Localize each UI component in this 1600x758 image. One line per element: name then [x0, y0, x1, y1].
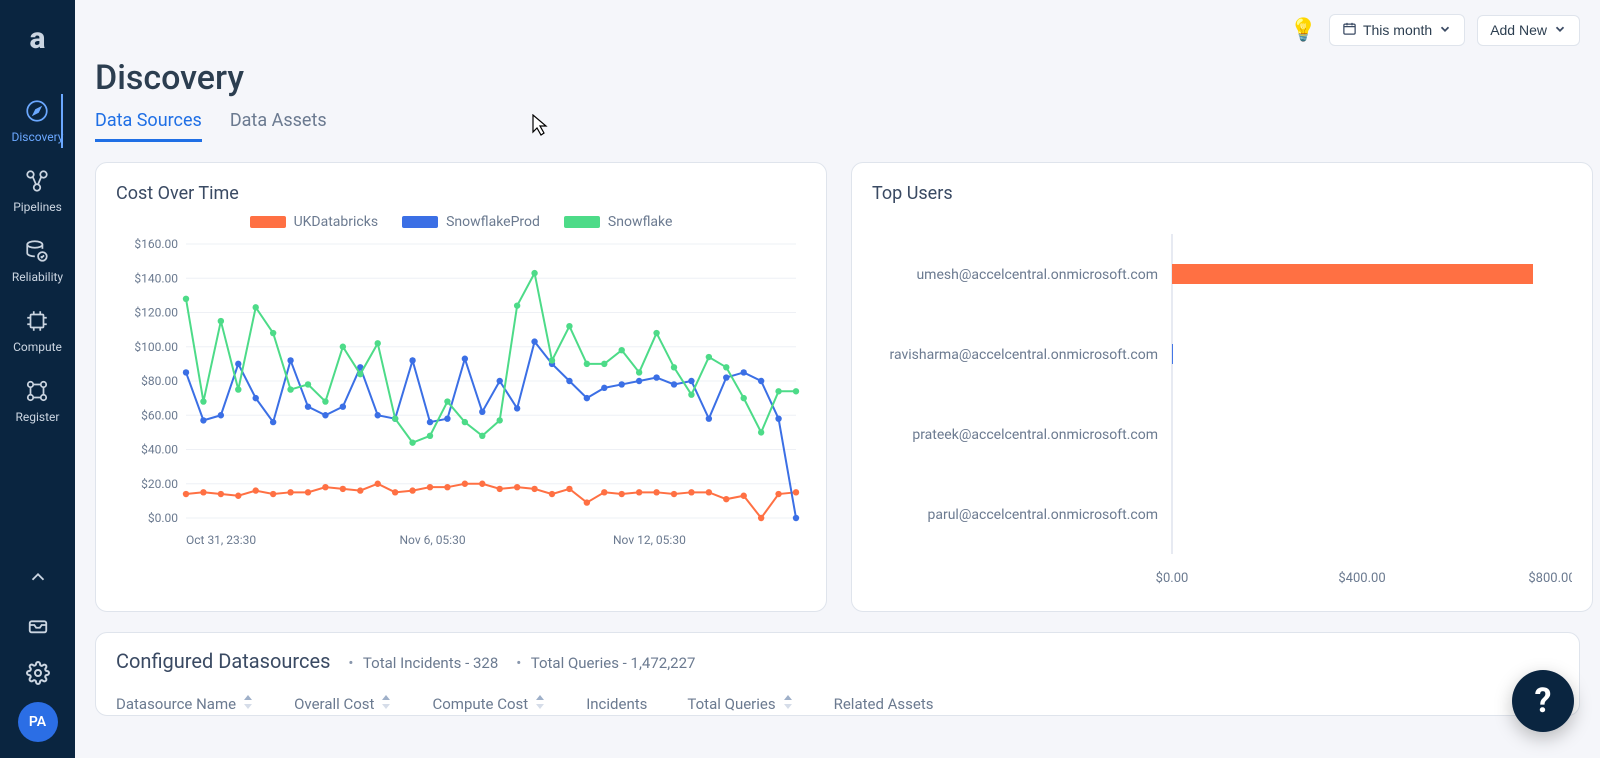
card-cost-over-time: Cost Over Time UKDatabricks SnowflakeProd… [95, 162, 827, 612]
column-header-incidents: Incidents [586, 695, 647, 713]
help-button[interactable]: ? [1512, 670, 1574, 732]
svg-text:$40.00: $40.00 [141, 443, 178, 457]
svg-text:$20.00: $20.00 [141, 477, 178, 491]
legend-item[interactable]: SnowflakeProd [402, 214, 540, 230]
sidebar-item-label: Pipelines [13, 200, 62, 214]
card-title: Top Users [872, 183, 1572, 204]
sidebar-item-label: Reliability [12, 270, 63, 284]
inbox-icon[interactable] [25, 612, 51, 638]
svg-text:$80.00: $80.00 [141, 374, 178, 388]
sidebar: a Discovery Pipelines Reliability Compute Re… [0, 0, 75, 758]
page-title: Discovery [95, 58, 1580, 98]
svg-text:$0.00: $0.00 [148, 511, 178, 525]
sort-icon [534, 695, 546, 713]
column-header-related-assets: Related Assets [834, 695, 934, 713]
chart-legend: UKDatabricks SnowflakeProd Snowflake [116, 214, 806, 230]
svg-text:$60.00: $60.00 [141, 408, 178, 422]
svg-text:parul@accelcentral.onmicrosoft: parul@accelcentral.onmicrosoft.com [927, 507, 1158, 523]
pipeline-icon [24, 168, 50, 194]
svg-text:ravisharma@accelcentral.onmicr: ravisharma@accelcentral.onmicrosoft.com [889, 347, 1158, 363]
sidebar-item-label: Discovery [12, 130, 64, 144]
add-new-label: Add New [1490, 22, 1547, 38]
total-incidents: • Total Incidents - 328 [348, 654, 498, 672]
svg-text:Nov 12, 05:30: Nov 12, 05:30 [613, 533, 686, 547]
sidebar-item-compute[interactable]: Compute [12, 296, 64, 366]
date-range-label: This month [1363, 22, 1432, 38]
cost-line-chart[interactable]: $0.00 $20.00 $40.00 $60.00 $80.00 $100.00 $120… [116, 238, 806, 558]
table-header-row: Datasource Name Overall Cost Compute Cost I… [116, 695, 1559, 715]
svg-text:umesh@accelcentral.onmicrosoft: umesh@accelcentral.onmicrosoft.com [916, 267, 1158, 283]
chip-icon [24, 308, 50, 334]
svg-text:$0.00: $0.00 [1156, 571, 1189, 586]
legend-item[interactable]: Snowflake [564, 214, 673, 230]
svg-text:Oct 31, 23:30: Oct 31, 23:30 [186, 533, 256, 547]
svg-text:$160.00: $160.00 [134, 238, 178, 251]
sidebar-item-register[interactable]: Register [12, 366, 64, 436]
svg-text:$100.00: $100.00 [134, 340, 178, 354]
column-header-datasource-name[interactable]: Datasource Name [116, 695, 254, 713]
sidebar-item-pipelines[interactable]: Pipelines [12, 156, 64, 226]
column-header-compute-cost[interactable]: Compute Cost [432, 695, 546, 713]
tab-data-sources[interactable]: Data Sources [95, 110, 202, 142]
section-title: Configured Datasources [116, 649, 330, 673]
configured-datasources-card: Configured Datasources • Total Incidents… [95, 632, 1580, 716]
topbar: 💡 This month Add New [95, 0, 1580, 52]
svg-text:Nov 6, 05:30: Nov 6, 05:30 [400, 533, 466, 547]
sort-icon [242, 695, 254, 713]
sort-icon [380, 695, 392, 713]
top-users-bar-chart[interactable]: umesh@accelcentral.onmicrosoft.com ravish… [872, 214, 1572, 594]
lightbulb-icon[interactable]: 💡 [1290, 18, 1317, 43]
db-check-icon [24, 238, 50, 264]
total-queries: • Total Queries - 1,472,227 [516, 654, 695, 672]
legend-item[interactable]: UKDatabricks [250, 214, 379, 230]
main-content: 💡 This month Add New Discovery Data Sour… [75, 0, 1600, 758]
svg-text:$120.00: $120.00 [134, 306, 178, 320]
svg-text:prateek@accelcentral.onmicroso: prateek@accelcentral.onmicrosoft.com [912, 427, 1158, 443]
tabs: Data Sources Data Assets [95, 110, 1580, 142]
svg-text:$800.00: $800.00 [1528, 571, 1572, 586]
compass-icon [24, 98, 50, 124]
sort-icon [782, 695, 794, 713]
chevron-down-icon [1553, 22, 1567, 39]
card-top-users: Top Users umesh@accelcentral.onmicrosoft… [851, 162, 1593, 612]
add-new-button[interactable]: Add New [1477, 15, 1580, 46]
tab-data-assets[interactable]: Data Assets [230, 110, 327, 142]
svg-text:$400.00: $400.00 [1338, 571, 1385, 586]
sidebar-item-reliability[interactable]: Reliability [12, 226, 64, 296]
avatar[interactable]: PA [18, 702, 58, 742]
collapse-icon[interactable] [25, 564, 51, 590]
column-header-total-queries[interactable]: Total Queries [687, 695, 793, 713]
chevron-down-icon [1438, 22, 1452, 39]
gear-icon[interactable] [25, 660, 51, 686]
calendar-icon [1342, 21, 1357, 39]
card-title: Cost Over Time [116, 183, 806, 204]
app-logo: a [18, 18, 58, 58]
sidebar-item-label: Compute [13, 340, 62, 354]
sidebar-item-label: Register [16, 410, 60, 424]
svg-text:$140.00: $140.00 [134, 271, 178, 285]
register-icon [24, 378, 50, 404]
date-range-button[interactable]: This month [1329, 14, 1465, 46]
column-header-overall-cost[interactable]: Overall Cost [294, 695, 392, 713]
sidebar-item-discovery[interactable]: Discovery [12, 86, 64, 156]
